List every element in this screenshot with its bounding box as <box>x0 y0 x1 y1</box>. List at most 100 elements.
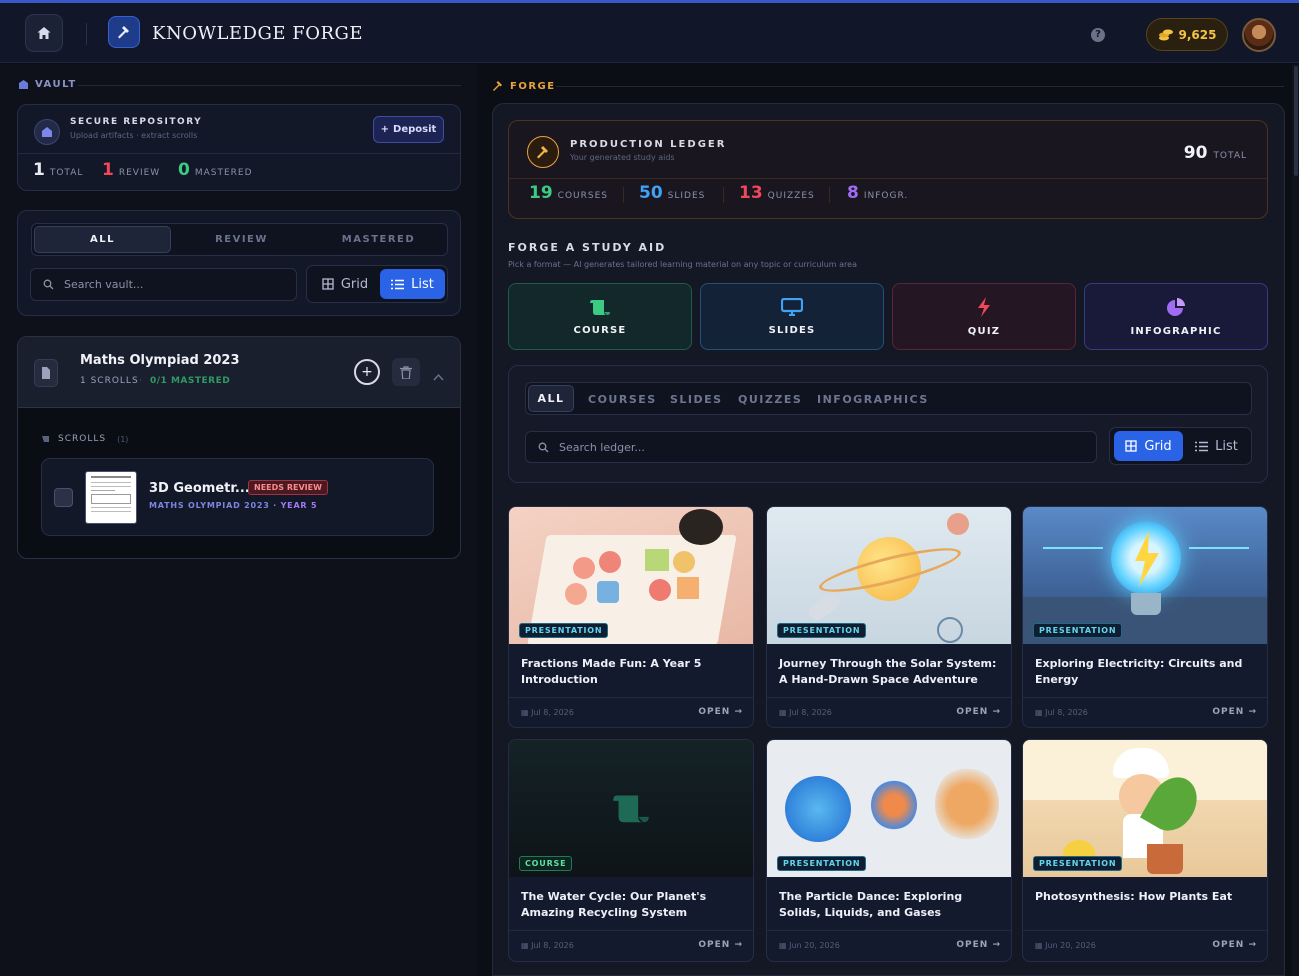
divider <box>86 23 87 45</box>
pie-chart-icon <box>1167 297 1185 316</box>
page-scrollbar[interactable] <box>1292 64 1299 976</box>
card-title: Fractions Made Fun: A Year 5 Introductio… <box>521 657 702 686</box>
study-aid-subtitle: Pick a format — AI generates tailored le… <box>508 260 857 269</box>
repository-icon <box>34 119 60 145</box>
vault-search-input[interactable]: Search vault... <box>30 268 297 301</box>
list-icon <box>391 279 405 289</box>
open-button[interactable]: OPEN → <box>698 707 743 717</box>
vault-heading: VAULT <box>18 79 77 90</box>
ledger-stat-infographics: 8 INFOGR. <box>847 183 909 203</box>
list-view-button[interactable]: List <box>1184 431 1249 461</box>
scroll-thumbnail <box>85 471 137 524</box>
vault-icon <box>19 80 28 89</box>
study-aid-card[interactable]: PRESENTATION Exploring Electricity: Circ… <box>1022 506 1268 728</box>
format-infographic-button[interactable]: INFOGRAPHIC <box>1084 283 1268 350</box>
format-quiz-button[interactable]: QUIZ <box>892 283 1076 350</box>
ledger-title: PRODUCTION LEDGER <box>570 139 727 150</box>
filter-courses[interactable]: COURSES <box>588 393 657 406</box>
study-aid-title: FORGE A STUDY AID <box>508 241 667 254</box>
card-type-badge: PRESENTATION <box>519 623 609 638</box>
divider <box>18 153 460 154</box>
card-type-badge: PRESENTATION <box>777 856 867 871</box>
card-footer: ▦ Jun 20, 2026 OPEN → <box>1023 930 1267 961</box>
tab-all[interactable]: ALL <box>34 226 171 253</box>
vault-stat-mastered: 0 MASTERED <box>178 160 253 180</box>
filter-all[interactable]: ALL <box>528 385 574 412</box>
open-button[interactable]: OPEN → <box>1212 707 1257 717</box>
logo <box>108 16 140 48</box>
study-aid-card[interactable]: PRESENTATION Photosynthesis: How Plants … <box>1022 739 1268 962</box>
search-icon <box>538 442 549 452</box>
open-button[interactable]: OPEN → <box>698 940 743 950</box>
ledger-stat-quizzes: 13 QUIZZES <box>739 183 815 203</box>
card-footer: ▦ Jul 8, 2026 OPEN → <box>1023 697 1267 727</box>
format-course-button[interactable]: COURSE <box>508 283 692 350</box>
study-aid-card[interactable]: PRESENTATION Fractions Made Fun: A Year … <box>508 506 754 728</box>
scroll-icon <box>590 299 610 315</box>
home-button[interactable] <box>25 14 63 52</box>
grid-view-button[interactable]: Grid <box>311 269 379 299</box>
collection-header[interactable]: Maths Olympiad 2023 1 SCROLLS · 0/1 MAST… <box>18 337 460 408</box>
scroll-title: 3D Geometr... <box>149 481 250 496</box>
forge-heading: FORGE <box>492 80 556 92</box>
card-footer: ▦ Jul 8, 2026 OPEN → <box>767 697 1011 727</box>
card-date: ▦ Jun 20, 2026 <box>1035 941 1096 950</box>
deposit-button[interactable]: + Deposit <box>373 116 444 143</box>
tab-review[interactable]: REVIEW <box>173 226 310 253</box>
ledger-stat-courses: 19 COURSES <box>529 183 608 203</box>
card-title: Journey Through the Solar System: A Hand… <box>779 657 997 686</box>
coins-icon <box>1158 29 1173 40</box>
ledger-filter-card: ALL COURSES SLIDES QUIZZES INFOGRAPHICS … <box>508 365 1268 483</box>
production-ledger: PRODUCTION LEDGER Your generated study a… <box>508 120 1268 219</box>
repository-title: SECURE REPOSITORY <box>70 117 203 127</box>
scrollbar-thumb[interactable] <box>1294 66 1298 176</box>
monitor-icon <box>781 297 803 316</box>
secure-repository-card: SECURE REPOSITORY Upload artifacts · ext… <box>17 104 461 191</box>
ledger-search-input[interactable]: Search ledger... <box>525 431 1097 463</box>
open-button[interactable]: OPEN → <box>956 940 1001 950</box>
collection-mastered: 0/1 MASTERED <box>150 376 231 386</box>
delete-collection-button[interactable] <box>392 358 420 386</box>
add-scroll-button[interactable]: + <box>354 359 380 385</box>
study-aid-card[interactable]: PRESENTATION Journey Through the Solar S… <box>766 506 1012 728</box>
ledger-icon <box>527 136 559 168</box>
calendar-icon: ▦ <box>521 941 529 950</box>
vault-filter-card: ALL REVIEW MASTERED Search vault... Grid… <box>17 210 461 316</box>
vault-view-toggle: Grid List <box>306 265 448 303</box>
help-icon[interactable]: ? <box>1091 28 1105 42</box>
list-icon <box>1195 441 1209 451</box>
hammer-icon <box>537 146 548 159</box>
plus-icon: + <box>361 364 373 380</box>
grid-view-button[interactable]: Grid <box>1114 431 1183 461</box>
collection-scroll-count: 1 SCROLLS <box>80 376 139 386</box>
study-aid-card[interactable]: COURSE The Water Cycle: Our Planet's Ama… <box>508 739 754 962</box>
list-view-button[interactable]: List <box>380 269 445 299</box>
open-button[interactable]: OPEN → <box>956 707 1001 717</box>
ledger-view-toggle: Grid List <box>1109 427 1252 465</box>
card-title: Photosynthesis: How Plants Eat <box>1035 890 1233 903</box>
tab-mastered[interactable]: MASTERED <box>310 226 447 253</box>
card-type-badge: PRESENTATION <box>777 623 867 638</box>
calendar-icon: ▦ <box>1035 708 1043 717</box>
avatar[interactable] <box>1242 18 1276 52</box>
ledger-total: 90 TOTAL <box>1183 143 1247 163</box>
ledger-tabs: ALL COURSES SLIDES QUIZZES INFOGRAPHICS <box>525 382 1252 415</box>
ledger-subtitle: Your generated study aids <box>570 153 675 162</box>
card-type-badge: PRESENTATION <box>1033 623 1123 638</box>
scroll-checkbox[interactable] <box>54 488 73 507</box>
coin-balance[interactable]: 9,625 <box>1146 18 1228 51</box>
card-title: Exploring Electricity: Circuits and Ener… <box>1035 657 1243 686</box>
scroll-list-item[interactable]: 3D Geometr... NEEDS REVIEW MATHS OLYMPIA… <box>41 458 434 536</box>
card-type-badge: COURSE <box>519 856 573 871</box>
open-button[interactable]: OPEN → <box>1212 940 1257 950</box>
filter-quizzes[interactable]: QUIZZES <box>738 393 802 406</box>
filter-slides[interactable]: SLIDES <box>670 393 723 406</box>
format-slides-button[interactable]: SLIDES <box>700 283 884 350</box>
needs-review-badge: NEEDS REVIEW <box>248 480 328 495</box>
home-icon <box>37 27 51 39</box>
filter-infographics[interactable]: INFOGRAPHICS <box>817 393 929 406</box>
study-aid-card[interactable]: PRESENTATION The Particle Dance: Explori… <box>766 739 1012 962</box>
card-title: The Particle Dance: Exploring Solids, Li… <box>779 890 963 919</box>
chevron-up-icon[interactable] <box>433 366 444 385</box>
app-title: KNOWLEDGE FORGE <box>152 23 364 44</box>
